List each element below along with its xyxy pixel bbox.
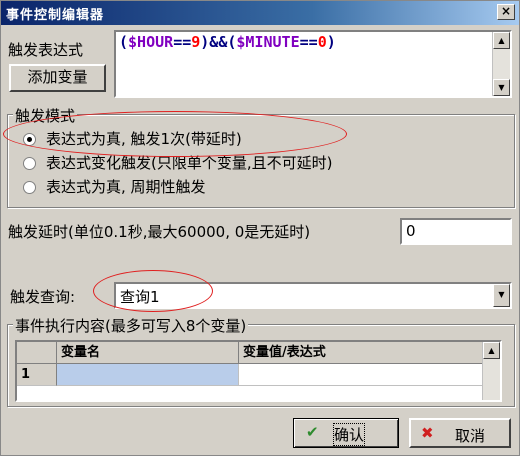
scroll-up-arrow-icon[interactable]: ▲	[493, 32, 510, 49]
scroll-down-arrow-icon[interactable]: ▼	[493, 79, 510, 96]
expression-token: 9	[191, 33, 201, 51]
variable-grid[interactable]: 变量名 变量值/表达式 1 ▲	[15, 340, 502, 402]
ok-button[interactable]: ✔ 确认	[293, 418, 399, 448]
grid-scrollbar[interactable]: ▲	[482, 342, 500, 400]
grid-header-variable-name[interactable]: 变量名	[57, 342, 239, 364]
expression-label: 触发表达式	[8, 41, 84, 59]
delay-value: 0	[406, 222, 416, 240]
expression-token: )	[326, 33, 336, 51]
radio-selected-dot-icon	[27, 137, 32, 142]
grid-header-variable-value[interactable]: 变量值/表达式	[239, 342, 483, 364]
close-button[interactable]: ×	[497, 4, 515, 20]
trigger-mode-legend: 触发模式	[13, 105, 78, 126]
radio-label[interactable]: 表达式为真, 周期性触发	[46, 176, 206, 197]
radio-label[interactable]: 表达式变化触发(只限单个变量,且不可延时)	[46, 152, 332, 173]
radio-label[interactable]: 表达式为真, 触发1次(带延时)	[46, 128, 242, 149]
cancel-x-icon: ✖	[421, 424, 434, 442]
expression-token: ==	[299, 33, 318, 51]
query-selected-value: 查询1	[120, 288, 160, 306]
close-icon: ×	[500, 4, 512, 18]
cancel-button-label: 取消	[455, 427, 486, 445]
ok-button-label: 确认	[332, 423, 366, 446]
expression-token: )&&(	[200, 33, 237, 51]
expression-token: 0	[317, 33, 327, 51]
expression-editor[interactable]: ($HOUR==9)&&($MINUTE==0) ▲ ▼	[114, 30, 512, 98]
expression-token: $HOUR	[128, 33, 174, 51]
expression-token: $MINUTE	[236, 33, 300, 51]
add-variable-button[interactable]: 添加变量	[9, 64, 106, 92]
window-title: 事件控制编辑器	[6, 8, 105, 23]
cell-variable-name[interactable]	[57, 364, 239, 386]
grid-header-corner	[17, 342, 57, 364]
scroll-up-arrow-icon[interactable]: ▲	[483, 342, 500, 359]
expression-scrollbar[interactable]: ▲ ▼	[492, 32, 510, 96]
dropdown-arrow-icon[interactable]: ▼	[493, 284, 510, 307]
title-bar[interactable]: 事件控制编辑器 ×	[1, 1, 519, 25]
expression-token: ==	[173, 33, 192, 51]
radio-button[interactable]	[23, 157, 36, 170]
exec-content-legend: 事件执行内容(最多可写入8个变量)	[13, 315, 249, 336]
expression-token: (	[119, 33, 129, 51]
delay-label: 触发延时(单位0.1秒,最大60000, 0是无延时)	[8, 223, 311, 241]
cancel-button[interactable]: ✖ 取消	[409, 418, 511, 448]
checkmark-icon: ✔	[306, 423, 319, 441]
expression-text: ($HOUR==9)&&($MINUTE==0)	[119, 33, 336, 51]
radio-button[interactable]	[23, 133, 36, 146]
row-number: 1	[17, 364, 57, 386]
query-label: 触发查询:	[10, 288, 76, 306]
cell-variable-value[interactable]	[239, 364, 483, 386]
delay-input[interactable]: 0	[400, 218, 512, 245]
radio-button[interactable]	[23, 181, 36, 194]
query-select[interactable]: 查询1 ▼	[114, 282, 512, 309]
event-control-editor-window: 事件控制编辑器 × 触发表达式 添加变量 ($HOUR==9)&&($MINUT…	[0, 0, 520, 456]
